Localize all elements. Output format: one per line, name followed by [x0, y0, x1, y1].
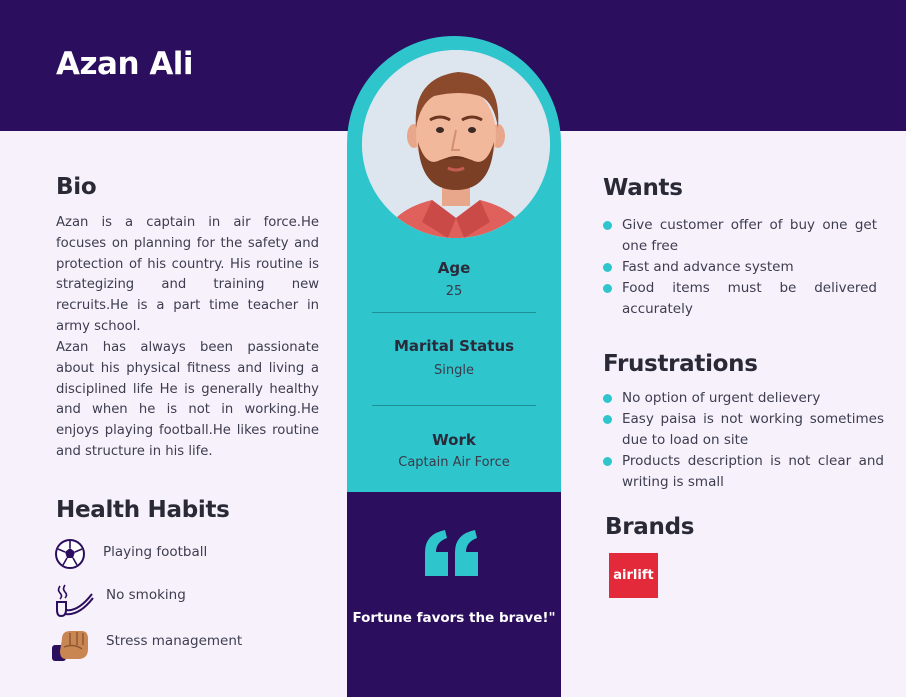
list-item: Food items must be delivered accurately [603, 278, 877, 320]
health-habits-heading: Health Habits [56, 497, 230, 523]
work-label: Work [432, 431, 476, 449]
divider [372, 405, 536, 406]
airlift-logo: airlift [609, 553, 658, 598]
airlift-logo-text: airlift [613, 568, 654, 583]
football-icon [55, 539, 85, 569]
age-value: 25 [445, 284, 463, 299]
list-item: Products description is not clear and wr… [603, 451, 884, 493]
avatar [362, 50, 550, 238]
persona-name: Azan Ali [56, 46, 194, 82]
divider [372, 312, 536, 313]
wants-list: Give customer offer of buy one get one f… [603, 215, 877, 320]
fist-icon [52, 631, 88, 661]
person-illustration-icon [362, 50, 550, 238]
quote-text: Fortune favors the brave!" [352, 610, 556, 626]
list-item: No option of urgent delievery [603, 388, 884, 409]
list-item: Give customer offer of buy one get one f… [603, 215, 877, 257]
work-value: Captain Air Force [398, 455, 510, 470]
brands-heading: Brands [605, 514, 695, 540]
quote-panel [347, 492, 561, 697]
frustrations-list: No option of urgent delievery Easy paisa… [603, 388, 884, 493]
list-item: Easy paisa is not working sometimes due … [603, 409, 884, 451]
frustrations-heading: Frustrations [603, 351, 758, 377]
marital-status-value: Single [434, 363, 474, 378]
habit-label-stress-management: Stress management [106, 633, 243, 649]
habit-label-football: Playing football [103, 544, 208, 560]
quote-mark-icon [425, 530, 478, 576]
wants-heading: Wants [603, 175, 683, 201]
age-label: Age [437, 259, 471, 277]
list-item: Fast and advance system [603, 257, 877, 278]
pipe-icon [56, 584, 94, 618]
habit-label-no-smoking: No smoking [106, 587, 186, 603]
marital-status-label: Marital Status [393, 337, 515, 355]
bio-paragraph-1: Azan is a captain in air force.He focuse… [56, 215, 319, 334]
bio-paragraph-2: Azan has always been passionate about hi… [56, 340, 319, 459]
bio-heading: Bio [56, 174, 97, 200]
